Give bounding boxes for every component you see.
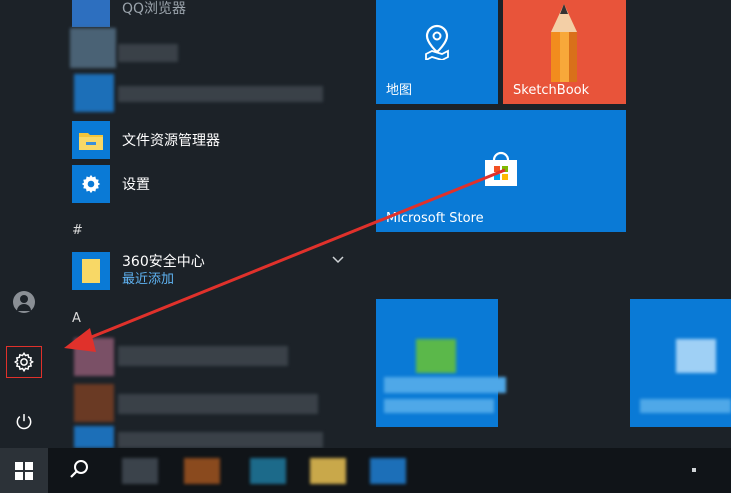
start-button[interactable] (0, 448, 48, 493)
annotation-arrow (64, 168, 506, 352)
taskbar-app-icon[interactable] (184, 458, 220, 484)
taskbar-app-icon[interactable] (370, 458, 406, 484)
taskbar-app-icon[interactable] (122, 458, 158, 484)
tray-indicator[interactable] (692, 468, 696, 472)
search-icon (70, 460, 88, 478)
windows-icon (15, 461, 33, 480)
taskbar-app-icon[interactable] (310, 458, 346, 484)
search-button[interactable] (68, 458, 98, 484)
taskbar (0, 448, 731, 493)
taskbar-app-icon[interactable] (250, 458, 286, 484)
